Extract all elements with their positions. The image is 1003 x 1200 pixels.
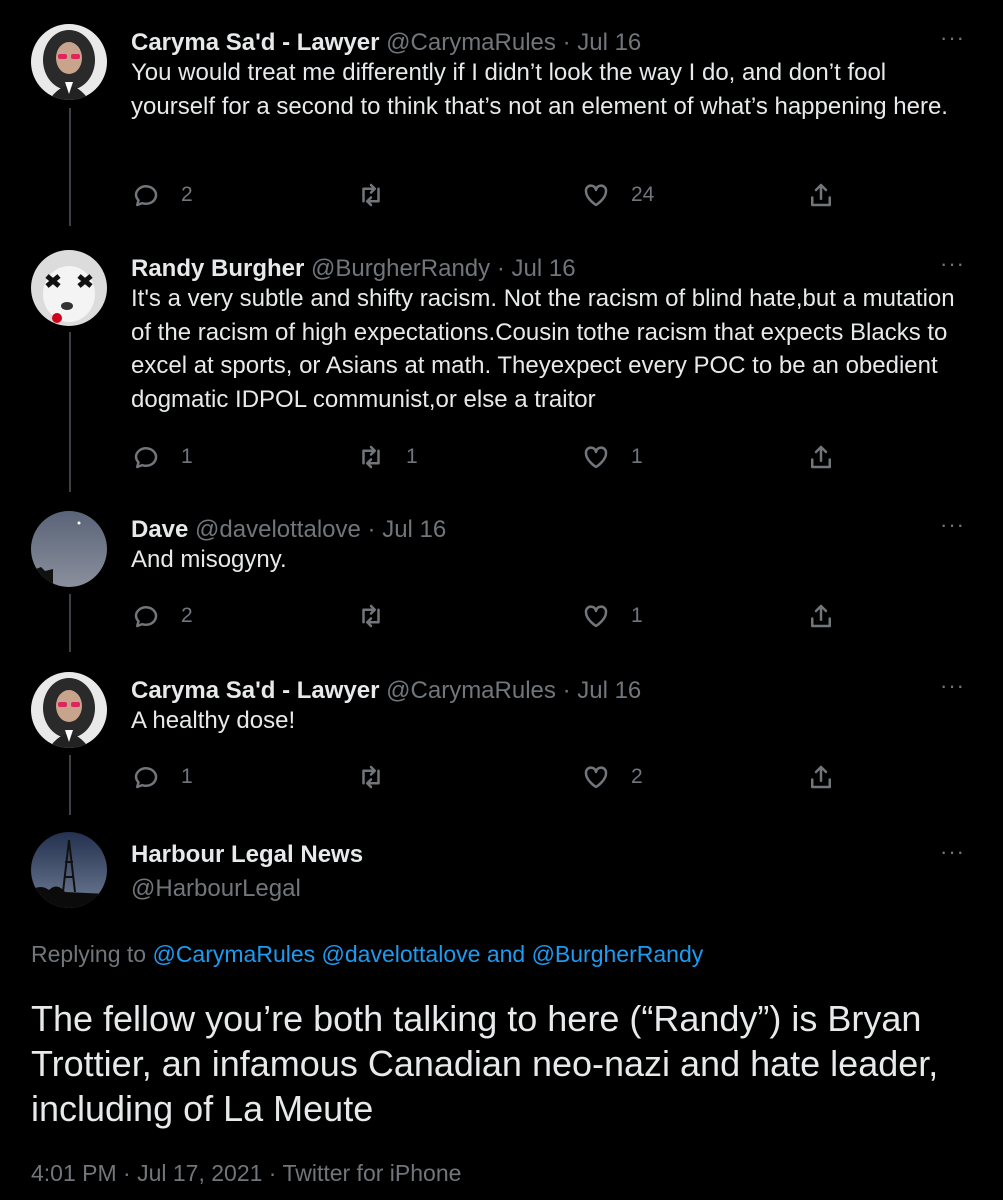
author-name[interactable]: Harbour Legal News	[131, 841, 363, 868]
reply-icon	[134, 185, 158, 207]
tweet-actions: 2 1	[131, 601, 851, 641]
reply-count: 2	[181, 604, 193, 627]
tweet-timestamp[interactable]: 4:01 PM · Jul 17, 2021 · Twitter for iPh…	[31, 1160, 461, 1187]
tweet-header: Caryma Sa'd - Lawyer @CarymaRules · Jul …	[131, 28, 641, 58]
retweet-button[interactable]	[356, 180, 406, 210]
reply-icon	[134, 767, 158, 789]
reply-button[interactable]: 2	[131, 180, 193, 210]
separator: ·	[562, 29, 571, 56]
share-button[interactable]	[806, 442, 836, 472]
tweet-text: A healthy dose!	[131, 707, 296, 734]
retweet-button[interactable]	[356, 601, 406, 631]
author-name[interactable]: Dave	[131, 516, 188, 543]
tweet-date[interactable]: Jul 16	[577, 29, 641, 56]
share-icon	[811, 765, 831, 789]
replying-last-mention[interactable]: @BurgherRandy	[532, 941, 704, 967]
like-icon	[584, 184, 608, 207]
tweet-actions: 1 2	[131, 762, 851, 802]
share-button[interactable]	[806, 762, 836, 792]
like-icon	[584, 766, 608, 789]
more-icon[interactable]: ···	[940, 675, 965, 697]
tweet-text: You would treat me differently if I didn…	[131, 59, 948, 120]
author-handle[interactable]: @CarymaRules	[386, 29, 556, 56]
like-count: 1	[631, 445, 643, 468]
reply-icon	[134, 447, 158, 469]
tweet-date[interactable]: Jul 16	[382, 516, 446, 543]
author-name[interactable]: Caryma Sa'd - Lawyer	[131, 677, 379, 704]
tweet-header: Randy Burgher @BurgherRandy · Jul 16	[131, 254, 576, 284]
replying-mentions[interactable]: @CarymaRules @davelottalove	[152, 941, 480, 967]
reply-count: 1	[181, 445, 193, 468]
reply-icon	[134, 606, 158, 628]
avatar-image	[31, 24, 107, 100]
share-button[interactable]	[806, 180, 836, 210]
tweet-date[interactable]: Jul 16	[512, 255, 576, 282]
replying-and: and	[486, 941, 526, 967]
share-icon	[811, 604, 831, 628]
tweet-text: It's a very subtle and shifty racism. No…	[131, 285, 955, 413]
like-icon	[584, 605, 608, 628]
share-icon	[811, 445, 831, 469]
retweet-button[interactable]: 1	[356, 442, 418, 472]
reply-button[interactable]: 1	[131, 762, 193, 792]
retweet-icon	[362, 445, 380, 469]
tweet-header: Caryma Sa'd - Lawyer @CarymaRules · Jul …	[131, 676, 641, 706]
retweet-count: 1	[406, 445, 418, 468]
more-icon[interactable]: ···	[940, 841, 965, 863]
avatar-image	[31, 511, 107, 587]
more-icon[interactable]: ···	[940, 253, 965, 275]
reply-count: 1	[181, 765, 193, 788]
avatar-image	[31, 672, 107, 748]
tweet-actions: 1 1 1	[131, 442, 851, 482]
like-button[interactable]: 24	[581, 180, 654, 210]
avatar[interactable]	[31, 832, 107, 908]
author-handle[interactable]: @HarbourLegal	[131, 875, 301, 902]
thread-connector	[69, 594, 71, 652]
main-tweet-text: The fellow you’re both talking to here (…	[31, 998, 939, 1129]
reply-count: 2	[181, 183, 193, 206]
like-button[interactable]: 1	[581, 442, 643, 472]
separator: ·	[367, 516, 376, 543]
like-button[interactable]: 2	[581, 762, 643, 792]
like-count: 2	[631, 765, 643, 788]
retweet-icon	[362, 765, 380, 789]
author-name[interactable]: Randy Burgher	[131, 255, 304, 282]
retweet-icon	[362, 604, 380, 628]
main-tweet-handle: @HarbourLegal	[131, 874, 301, 904]
reply-button[interactable]: 1	[131, 442, 193, 472]
like-button[interactable]: 1	[581, 601, 643, 631]
replying-to: Replying to @CarymaRules @davelottalove …	[31, 941, 703, 968]
avatar-image	[31, 250, 107, 326]
like-count: 1	[631, 604, 643, 627]
tweet-actions: 2 24	[131, 180, 851, 220]
avatar[interactable]	[31, 250, 107, 326]
avatar[interactable]	[31, 672, 107, 748]
avatar[interactable]	[31, 511, 107, 587]
thread-connector	[69, 755, 71, 815]
tweet-text: And misogyny.	[131, 546, 287, 573]
like-icon	[584, 446, 608, 469]
thread-connector	[69, 332, 71, 492]
main-tweet-name: Harbour Legal News	[131, 840, 363, 870]
more-icon[interactable]: ···	[940, 514, 965, 536]
author-name[interactable]: Caryma Sa'd - Lawyer	[131, 29, 379, 56]
avatar[interactable]	[31, 24, 107, 100]
retweet-icon	[362, 183, 380, 207]
author-handle[interactable]: @davelottalove	[195, 516, 361, 543]
separator: ·	[496, 255, 505, 282]
thread-connector	[69, 108, 71, 226]
like-count: 24	[631, 183, 655, 206]
reply-button[interactable]: 2	[131, 601, 193, 631]
author-handle[interactable]: @BurgherRandy	[311, 255, 490, 282]
retweet-button[interactable]	[356, 762, 406, 792]
replying-prefix: Replying to	[31, 941, 147, 967]
avatar-image	[31, 832, 107, 908]
tweet-date[interactable]: Jul 16	[577, 677, 641, 704]
separator: ·	[562, 677, 571, 704]
share-button[interactable]	[806, 601, 836, 631]
more-icon[interactable]: ···	[940, 27, 965, 49]
tweet-header: Dave @davelottalove · Jul 16	[131, 515, 446, 545]
share-icon	[811, 183, 831, 207]
author-handle[interactable]: @CarymaRules	[386, 677, 556, 704]
